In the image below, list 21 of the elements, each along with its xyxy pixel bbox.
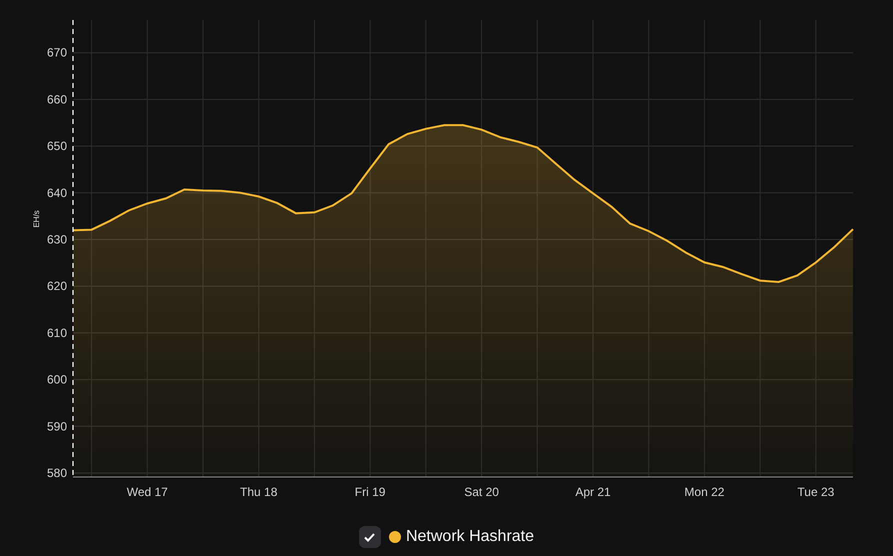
y-tick-label: 610: [46, 326, 67, 340]
y-tick-label: 600: [46, 372, 67, 387]
y-tick-label: 580: [46, 466, 67, 480]
y-tick-label: 630: [46, 232, 67, 246]
check-icon: [364, 532, 376, 542]
x-tick-label: Tue 23: [797, 485, 834, 499]
y-tick-label: 640: [46, 186, 67, 200]
y-axis-title: EH/s: [32, 210, 41, 228]
legend-checkbox[interactable]: [358, 526, 381, 548]
x-tick-label: Apr 21: [575, 485, 611, 499]
y-tick-label: 650: [46, 139, 67, 154]
x-tick-label: Sat 20: [464, 485, 499, 499]
y-tick-label: 660: [46, 92, 67, 106]
x-tick-label: Mon 22: [684, 485, 724, 499]
y-tick-label: 590: [46, 419, 67, 434]
x-tick-label: Thu 18: [240, 485, 278, 499]
legend-label: Network Hashrate: [406, 527, 534, 547]
x-tick-label: Fri 19: [354, 485, 386, 499]
y-tick-label: 670: [46, 46, 67, 60]
x-tick-label: Wed 17: [126, 485, 168, 499]
y-tick-label: 620: [46, 279, 67, 294]
